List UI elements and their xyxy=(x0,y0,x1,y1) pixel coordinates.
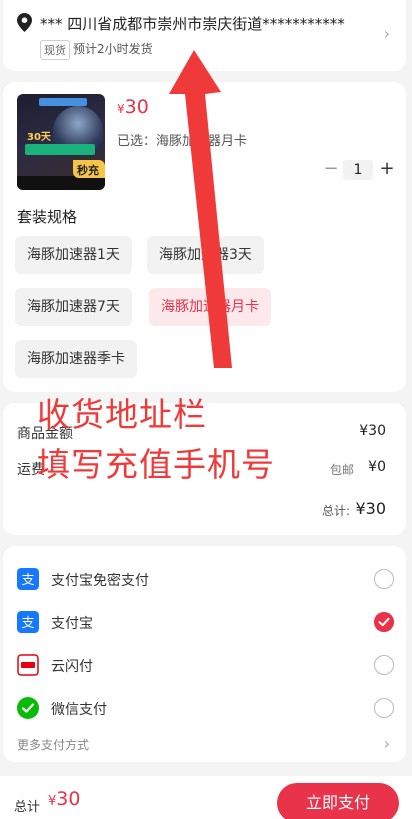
payment-label: 支付宝免密支付 xyxy=(51,573,149,589)
thumb-30-days: 30天 xyxy=(27,132,51,143)
free-shipping-label: 包邮 xyxy=(329,463,354,477)
chevron-right-icon[interactable]: › xyxy=(384,24,390,43)
unionpay-icon xyxy=(17,654,39,676)
bottom-price-value: 30 xyxy=(56,788,81,810)
shipping-address: *** 四川省成都市崇州市崇庆街道*********** xyxy=(40,15,345,33)
option-monthly-card[interactable]: 海豚加速器月卡 xyxy=(149,288,271,326)
checkmark-icon[interactable] xyxy=(374,612,394,632)
svg-text:支: 支 xyxy=(21,573,34,588)
radio-unchecked[interactable] xyxy=(374,569,394,589)
alipay-icon: 支 xyxy=(17,611,39,633)
chevron-right-icon[interactable]: › xyxy=(384,734,390,753)
radio-unchecked[interactable] xyxy=(374,655,394,675)
shipping-value: ¥0 xyxy=(368,459,386,475)
product-card: 30天 秒充 ¥30 已选：海豚加速器月卡 − 1 + 套装规格 海豚加速器1天… xyxy=(3,82,406,392)
bottom-total-price: ¥30 xyxy=(48,788,80,810)
bottom-checkout-bar: 总计 ¥30 立即支付 xyxy=(0,776,412,819)
alipay-icon: 支 xyxy=(17,568,39,590)
spec-title: 套装规格 xyxy=(17,208,78,226)
payment-label: 支付宝 xyxy=(51,616,93,632)
price-value: 30 xyxy=(124,96,149,118)
selected-spec: 已选：海豚加速器月卡 xyxy=(117,134,248,149)
svg-text:支: 支 xyxy=(21,616,34,631)
decrease-button[interactable]: − xyxy=(321,158,341,179)
quantity-stepper: − 1 + xyxy=(321,158,397,182)
address-card[interactable]: *** 四川省成都市崇州市崇庆街道*********** 现货 预计2小时发货 … xyxy=(3,0,406,71)
payment-label: 云闪付 xyxy=(51,659,93,675)
annotation-line-1: 收货地址栏 xyxy=(37,395,207,434)
seckill-label: 秒充 xyxy=(77,164,99,177)
radio-unchecked[interactable] xyxy=(374,698,394,718)
summary-total-value: ¥30 xyxy=(355,499,386,518)
option-quarterly-card[interactable]: 海豚加速器季卡 xyxy=(15,340,137,378)
in-stock-tag: 现货 xyxy=(40,40,70,60)
brand-logo xyxy=(39,98,87,106)
option-1-day[interactable]: 海豚加速器1天 xyxy=(15,236,132,274)
increase-button[interactable]: + xyxy=(377,158,397,179)
payment-label: 微信支付 xyxy=(51,702,107,718)
thumb-bottom-strip xyxy=(17,176,105,190)
option-3-day[interactable]: 海豚加速器3天 xyxy=(147,236,264,274)
delivery-eta: 预计2小时发货 xyxy=(73,42,153,56)
annotation-line-2: 填写充值手机号 xyxy=(37,445,275,484)
thumb-green-banner xyxy=(25,144,95,155)
product-price: ¥30 xyxy=(117,96,149,118)
payment-methods: 支 支付宝免密支付 支 支付宝 云闪付 微信支付 更多支付方式 › xyxy=(3,546,406,762)
wechat-pay-icon xyxy=(17,697,39,719)
goods-amount-value: ¥30 xyxy=(359,423,386,439)
summary-total-label: 总计: xyxy=(321,504,350,518)
option-7-day[interactable]: 海豚加速器7天 xyxy=(15,288,132,326)
currency-symbol: ¥ xyxy=(117,102,125,116)
location-pin-icon xyxy=(17,13,32,32)
bottom-total-label: 总计 xyxy=(14,800,41,815)
quantity-value[interactable]: 1 xyxy=(343,160,373,180)
more-payment-methods[interactable]: 更多支付方式 xyxy=(17,736,89,753)
pay-now-button[interactable]: 立即支付 xyxy=(277,783,399,819)
